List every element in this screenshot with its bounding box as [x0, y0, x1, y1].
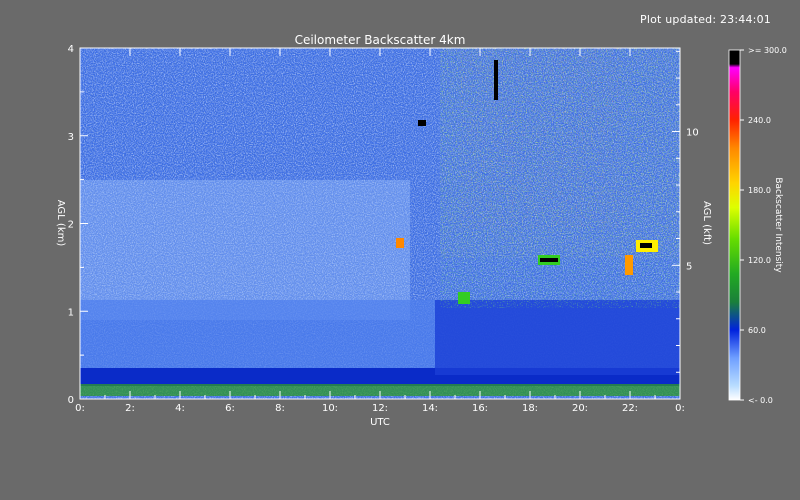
y-left-tick-label: 2: [68, 220, 74, 231]
x-tick-label: 20:: [572, 403, 588, 414]
x-tick-label: 0:: [675, 403, 685, 414]
y-axis-right-title: AGL (kft): [701, 201, 712, 245]
x-tick-label: 18:: [522, 403, 538, 414]
colorbar-title: Backscatter Intensity: [773, 177, 783, 273]
heatmap-afternoon-speckle-red: [460, 48, 620, 228]
x-tick-label: 14:: [422, 403, 438, 414]
colorbar-tick-label: 120.0: [748, 256, 771, 265]
backscatter-heatmap: [80, 48, 680, 399]
cloud-feature-8: [418, 120, 426, 126]
cloud-feature-7: [396, 238, 404, 248]
x-tick-label: 8:: [275, 403, 285, 414]
colorbar-tick-label: 180.0: [748, 186, 771, 195]
x-tick-label: 4:: [175, 403, 185, 414]
colorbar: [728, 49, 741, 401]
x-tick-label: 10:: [322, 403, 338, 414]
cloud-feature-5: [640, 243, 652, 248]
y-left-tick-label: 4: [68, 44, 74, 55]
y-right-tick-label: 5: [686, 261, 692, 272]
heatmap-afternoon-region: [435, 300, 680, 375]
colorbar-tick-label: <- 0.0: [748, 396, 773, 405]
colorbar-tick-label: 60.0: [748, 326, 766, 335]
colorbar-tick-label: >= 300.0: [748, 46, 787, 55]
colorbar-tick-label: 240.0: [748, 116, 771, 125]
x-tick-label: 16:: [472, 403, 488, 414]
x-axis-title: UTC: [370, 417, 390, 428]
y-right-tick-label: 10: [686, 128, 699, 139]
cloud-feature-9: [494, 60, 498, 100]
y-left-tick-label: 3: [68, 132, 74, 143]
y-axis-left-title: AGL (km): [55, 200, 66, 247]
x-tick-label: 22:: [622, 403, 638, 414]
x-tick-label: 2:: [125, 403, 135, 414]
y-left-tick-label: 1: [68, 307, 74, 318]
cloud-feature-6: [458, 292, 470, 304]
chart-title: Ceilometer Backscatter 4km: [295, 33, 466, 47]
x-tick-label: 12:: [372, 403, 388, 414]
x-tick-label: 6:: [225, 403, 235, 414]
ceilometer-chart: Ceilometer Backscatter 4km UTC AGL (km) …: [55, 33, 787, 428]
heatmap-haze-upper: [80, 180, 410, 320]
x-tick-label: 0:: [75, 403, 85, 414]
cloud-feature-3: [625, 255, 633, 275]
y-left-tick-label: 0: [68, 395, 74, 406]
cloud-feature-2: [540, 258, 558, 262]
